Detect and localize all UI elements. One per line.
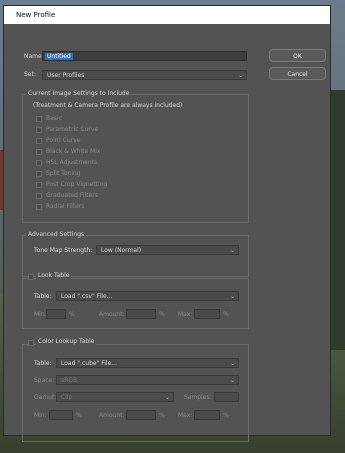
color-lookup-dropdown-value: Load ".cube" File... <box>61 360 117 367</box>
look-amount-percent: % <box>159 311 165 318</box>
space-label: Space: <box>34 377 55 384</box>
tone-map-dropdown-value: Low (Normal) <box>101 247 142 254</box>
color-lookup-title: Color Lookup Table <box>36 338 97 345</box>
gamut-label: Gamut: <box>34 394 57 401</box>
checkbox[interactable] <box>36 160 42 166</box>
clut-amount-label: Amount: <box>99 412 125 419</box>
set-dropdown-value: User Profiles <box>47 72 85 79</box>
checkbox[interactable] <box>36 193 42 199</box>
checkbox-label: HSL Adjustments <box>46 159 98 166</box>
checkbox-label: Basic <box>46 115 62 122</box>
look-min-label: Min: <box>34 311 47 318</box>
checkbox-label: Graduated Filters <box>46 192 98 199</box>
checkbox[interactable] <box>36 149 42 155</box>
checkbox-label: Point Curve <box>46 137 81 144</box>
tone-map-label: Tone Map Strength: <box>34 247 93 254</box>
space-dropdown[interactable]: sRGB ⌄ <box>56 375 239 385</box>
checkbox[interactable] <box>36 127 42 133</box>
name-input[interactable]: Untitled <box>42 51 247 61</box>
look-amount-label: Amount: <box>99 311 125 318</box>
look-table-dropdown[interactable]: Load ".csv" File... ⌄ <box>56 291 239 301</box>
space-dropdown-value: sRGB <box>61 377 78 384</box>
clut-max-label: Max: <box>178 412 193 419</box>
checkbox[interactable] <box>28 274 34 280</box>
new-profile-dialog: New Profile Name: Untitled Set: User Pro… <box>3 5 331 442</box>
advanced-settings-group <box>22 235 249 277</box>
chevron-down-icon: ⌄ <box>229 360 235 367</box>
look-max-percent: % <box>223 311 229 318</box>
clut-min-percent: % <box>76 412 82 419</box>
look-table-dropdown-value: Load ".csv" File... <box>61 293 113 300</box>
look-min-percent: % <box>69 311 75 318</box>
samples-label: Samples: <box>184 394 212 401</box>
gamut-dropdown-value: Clip <box>61 394 73 401</box>
checkbox[interactable] <box>36 182 42 188</box>
clut-max-percent: % <box>223 412 229 419</box>
clut-min-input[interactable] <box>49 410 73 420</box>
clut-amount-percent: % <box>159 412 165 419</box>
look-table-group <box>22 278 249 329</box>
look-max-input[interactable] <box>194 309 220 319</box>
clut-amount-input[interactable] <box>126 410 156 420</box>
gamut-dropdown[interactable]: Clip ⌄ <box>56 392 174 402</box>
checkbox-label: Radial Filters <box>46 203 85 210</box>
look-amount-input[interactable] <box>126 309 156 319</box>
set-dropdown[interactable]: User Profiles ⌄ <box>42 70 247 80</box>
look-min-input[interactable] <box>46 309 66 319</box>
advanced-settings-title: Advanced Settings <box>26 231 87 238</box>
checkbox-label: Split Toning <box>46 170 81 177</box>
chevron-down-icon: ⌄ <box>229 293 235 300</box>
chevron-down-icon: ⌄ <box>229 247 235 254</box>
look-max-label: Max: <box>178 311 193 318</box>
set-label: Set: <box>24 71 36 78</box>
chevron-down-icon: ⌄ <box>229 377 235 384</box>
chevron-down-icon: ⌄ <box>237 72 243 79</box>
current-settings-title: Current Image Settings to Include <box>26 90 132 97</box>
name-input-value: Untitled <box>45 53 73 60</box>
checkbox[interactable] <box>28 340 34 346</box>
current-settings-subtitle: (Treatment & Camera Profile are always i… <box>33 102 183 109</box>
checkbox[interactable] <box>36 138 42 144</box>
dialog-title: New Profile <box>4 6 330 24</box>
cancel-button[interactable]: Cancel <box>269 67 326 80</box>
chevron-down-icon: ⌄ <box>164 394 170 401</box>
dialog-content: Name: Untitled Set: User Profiles ⌄ OK C… <box>4 24 330 442</box>
look-table-title: Look Table <box>36 272 72 279</box>
look-table-table-label: Table: <box>34 293 52 300</box>
background-tree <box>331 90 345 350</box>
color-lookup-dropdown[interactable]: Load ".cube" File... ⌄ <box>56 358 239 368</box>
color-lookup-table-label: Table: <box>34 360 52 367</box>
clut-max-input[interactable] <box>194 410 220 420</box>
ok-button[interactable]: OK <box>269 49 326 62</box>
checkbox[interactable] <box>36 204 42 210</box>
checkbox-label: Parametric Curve <box>46 126 99 133</box>
samples-input[interactable] <box>214 392 239 402</box>
clut-min-label: Min: <box>34 412 47 419</box>
checkbox[interactable] <box>36 116 42 122</box>
name-label: Name: <box>24 53 44 60</box>
tone-map-dropdown[interactable]: Low (Normal) ⌄ <box>96 245 239 255</box>
checkbox-label: Post Crop Vignetting <box>46 181 108 188</box>
checkbox[interactable] <box>36 171 42 177</box>
checkbox-label: Black & White Mix <box>46 148 101 155</box>
